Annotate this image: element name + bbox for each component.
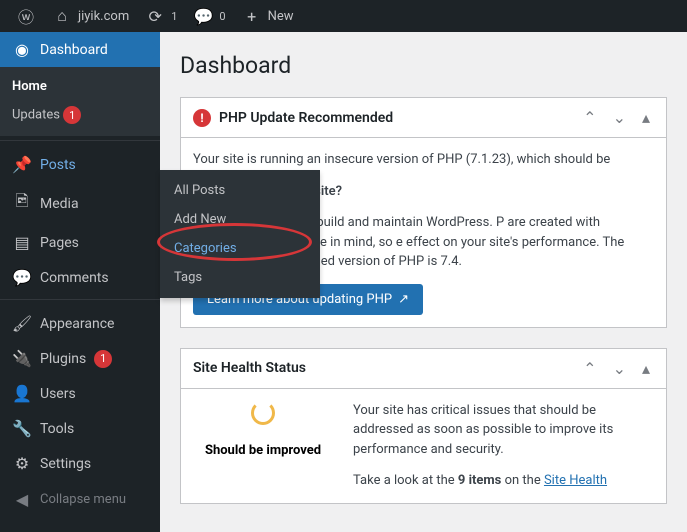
collapse-panel-icon[interactable]: ▴ bbox=[638, 359, 654, 378]
comments-count: 0 bbox=[219, 10, 225, 23]
health-cta: Take a look at the 9 items on the Site H… bbox=[353, 471, 654, 491]
brush-icon: 🖌 bbox=[12, 314, 32, 333]
site-health-panel: Site Health Status ⌃ ⌄ ▴ Should be impro… bbox=[180, 348, 667, 504]
sidebar-sub-home[interactable]: Home bbox=[0, 73, 160, 100]
wp-logo[interactable]: ⓦ bbox=[8, 0, 44, 32]
posts-flyout-submenu: All Posts Add New Categories Tags bbox=[160, 170, 320, 298]
new-label: New bbox=[268, 9, 294, 24]
chevron-up-icon[interactable]: ⌃ bbox=[579, 359, 600, 378]
admin-toolbar: ⓦ ⌂jiyik.com ⟳1 💬0 +New bbox=[0, 0, 687, 32]
wordpress-icon: ⓦ bbox=[16, 4, 36, 28]
tools-icon: 🔧 bbox=[12, 419, 32, 438]
comments-link[interactable]: 💬0 bbox=[185, 0, 233, 32]
updates-count: 1 bbox=[171, 10, 177, 23]
php-intro-text: Your site is running an insecure version… bbox=[193, 150, 654, 170]
sidebar-sub-updates[interactable]: Updates 1 bbox=[0, 100, 160, 130]
plugins-badge: 1 bbox=[94, 350, 112, 368]
external-link-icon: ↗ bbox=[398, 292, 409, 307]
panel-body: Should be improved Your site has critica… bbox=[181, 389, 666, 503]
site-health-link[interactable]: Site Health bbox=[544, 473, 607, 488]
sidebar-item-settings[interactable]: ⚙Settings bbox=[0, 446, 160, 481]
sidebar-item-users[interactable]: 👤Users bbox=[0, 376, 160, 411]
submenu-tags[interactable]: Tags bbox=[160, 263, 320, 292]
submenu-all-posts[interactable]: All Posts bbox=[160, 176, 320, 205]
chevron-down-icon[interactable]: ⌄ bbox=[609, 359, 630, 378]
sidebar-item-appearance[interactable]: 🖌Appearance bbox=[0, 306, 160, 341]
separator bbox=[0, 295, 160, 300]
health-desc: Your site has critical issues that shoul… bbox=[353, 401, 654, 460]
submenu-add-new[interactable]: Add New bbox=[160, 205, 320, 234]
comment-icon: 💬 bbox=[193, 7, 213, 26]
collapse-icon: ◀ bbox=[12, 490, 32, 509]
site-name: jiyik.com bbox=[78, 9, 129, 24]
panel-title: Site Health Status bbox=[193, 360, 571, 376]
site-link[interactable]: ⌂ jiyik.com bbox=[44, 0, 137, 32]
collapse-panel-icon[interactable]: ▴ bbox=[638, 108, 654, 127]
chevron-down-icon[interactable]: ⌄ bbox=[609, 108, 630, 127]
updates-link[interactable]: ⟳1 bbox=[137, 0, 185, 32]
panel-title: PHP Update Recommended bbox=[219, 110, 571, 126]
submenu-categories[interactable]: Categories bbox=[160, 234, 320, 263]
panel-header: ! PHP Update Recommended ⌃ ⌄ ▴ bbox=[181, 98, 666, 138]
health-indicator: Should be improved bbox=[193, 401, 333, 491]
alert-icon: ! bbox=[193, 109, 211, 127]
dashboard-submenu: Home Updates 1 bbox=[0, 67, 160, 136]
dashboard-icon: ◉ bbox=[12, 40, 32, 59]
admin-sidebar: ◉Dashboard Home Updates 1 📌Posts 🖻Media … bbox=[0, 32, 160, 532]
panel-header: Site Health Status ⌃ ⌄ ▴ bbox=[181, 349, 666, 389]
sidebar-item-plugins[interactable]: 🔌Plugins 1 bbox=[0, 341, 160, 376]
plus-icon: + bbox=[242, 7, 262, 26]
refresh-icon: ⟳ bbox=[145, 7, 165, 26]
sidebar-item-comments[interactable]: 💬Comments bbox=[0, 260, 160, 295]
pin-icon: 📌 bbox=[12, 155, 32, 174]
sidebar-item-media[interactable]: 🖻Media bbox=[0, 182, 160, 225]
settings-icon: ⚙ bbox=[12, 454, 32, 473]
health-text: Your site has critical issues that shoul… bbox=[353, 401, 654, 491]
chevron-up-icon[interactable]: ⌃ bbox=[579, 108, 600, 127]
updates-badge: 1 bbox=[63, 106, 81, 124]
sidebar-item-dashboard[interactable]: ◉Dashboard bbox=[0, 32, 160, 67]
comment-icon: 💬 bbox=[12, 268, 32, 287]
sidebar-item-posts[interactable]: 📌Posts bbox=[0, 147, 160, 182]
page-icon: ▤ bbox=[12, 233, 32, 252]
media-icon: 🖻 bbox=[12, 190, 32, 217]
separator bbox=[0, 136, 160, 141]
home-icon: ⌂ bbox=[52, 6, 72, 26]
plugin-icon: 🔌 bbox=[12, 349, 32, 368]
page-title: Dashboard bbox=[180, 52, 667, 79]
users-icon: 👤 bbox=[12, 384, 32, 403]
sidebar-item-tools[interactable]: 🔧Tools bbox=[0, 411, 160, 446]
collapse-menu[interactable]: ◀Collapse menu bbox=[0, 481, 160, 517]
new-link[interactable]: + New bbox=[234, 0, 302, 32]
health-status: Should be improved bbox=[205, 443, 321, 458]
progress-spinner bbox=[251, 401, 275, 425]
sidebar-item-pages[interactable]: ▤Pages bbox=[0, 225, 160, 260]
